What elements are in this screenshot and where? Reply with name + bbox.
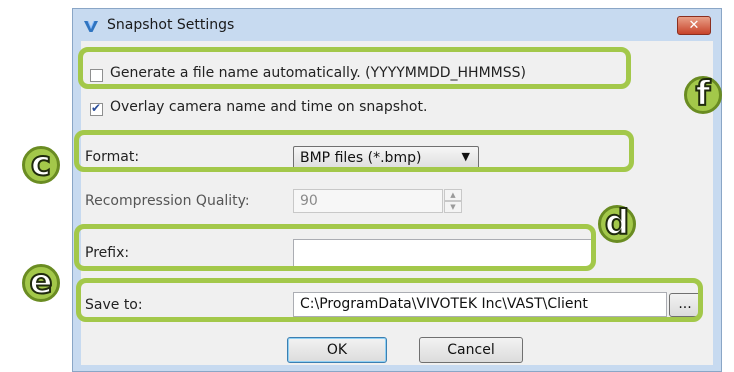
spin-down-button[interactable]: ▼ — [444, 201, 462, 213]
close-button[interactable]: ✕ — [677, 16, 711, 35]
highlight-auto-filename — [78, 47, 631, 89]
highlight-save-to — [76, 278, 703, 322]
callout-f: f — [684, 76, 722, 114]
quality-value: 90 — [300, 193, 318, 209]
highlight-prefix — [74, 224, 596, 271]
title-bar: Snapshot Settings ✕ — [73, 9, 721, 41]
vivotek-logo-icon — [84, 20, 98, 32]
window-title: Snapshot Settings — [107, 17, 235, 33]
cancel-button[interactable]: Cancel — [419, 337, 523, 363]
callout-d: d — [598, 205, 636, 243]
highlight-format — [74, 130, 634, 172]
ok-button[interactable]: OK — [287, 337, 387, 363]
quality-input[interactable]: 90 — [293, 189, 443, 213]
callout-e: e — [22, 264, 60, 302]
quality-stepper: ▲ ▼ — [444, 189, 462, 213]
callout-c: c — [22, 146, 60, 184]
overlay-label: Overlay camera name and time on snapshot… — [110, 99, 428, 115]
overlay-checkbox[interactable] — [90, 101, 103, 116]
quality-label: Recompression Quality: — [85, 193, 250, 209]
spin-up-button[interactable]: ▲ — [444, 189, 462, 201]
